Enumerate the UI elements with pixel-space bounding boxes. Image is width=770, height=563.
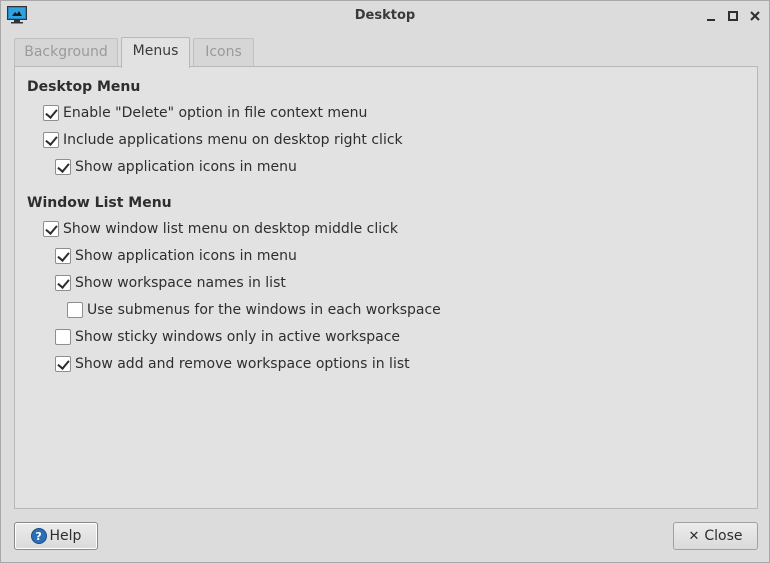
option-label: Include applications menu on desktop rig… <box>63 132 403 148</box>
desktop-settings-window: Desktop Background Menus Icons Desktop M… <box>0 0 770 563</box>
option-label: Show sticky windows only in active works… <box>75 329 401 345</box>
close-button-label: Close <box>704 528 743 544</box>
option-show-workspace-names[interactable]: Show workspace names in list <box>55 274 286 292</box>
help-button-label: Help <box>49 528 82 544</box>
option-use-submenus[interactable]: Use submenus for the windows in each wor… <box>67 301 441 319</box>
tab-background[interactable]: Background <box>14 38 118 67</box>
checkbox[interactable] <box>67 302 83 318</box>
maximize-icon[interactable] <box>726 9 740 23</box>
checkbox[interactable] <box>55 329 71 345</box>
option-label: Show window list menu on desktop middle … <box>63 221 398 237</box>
option-label: Show application icons in menu <box>75 248 297 264</box>
menus-panel: Desktop Menu Enable "Delete" option in f… <box>14 66 758 509</box>
minimize-icon[interactable] <box>704 9 718 23</box>
window-title: Desktop <box>354 8 416 23</box>
checkbox[interactable] <box>55 275 71 291</box>
title-bar[interactable]: Desktop <box>1 1 769 32</box>
option-show-app-icons-window-list[interactable]: Show application icons in menu <box>55 247 297 265</box>
checkbox[interactable] <box>43 105 59 121</box>
close-button[interactable]: ✕ Close <box>673 522 758 550</box>
option-show-window-list[interactable]: Show window list menu on desktop middle … <box>43 220 398 238</box>
option-add-remove-workspace[interactable]: Show add and remove workspace options in… <box>55 355 410 373</box>
checkbox[interactable] <box>55 248 71 264</box>
desktop-menu-heading: Desktop Menu <box>27 79 141 95</box>
close-icon: ✕ <box>688 528 700 544</box>
option-label: Enable "Delete" option in file context m… <box>63 105 368 121</box>
checkbox[interactable] <box>43 132 59 148</box>
close-window-icon[interactable] <box>748 9 762 23</box>
help-button[interactable]: ? Help <box>14 522 98 550</box>
checkbox[interactable] <box>43 221 59 237</box>
tab-icons[interactable]: Icons <box>193 38 254 67</box>
checkbox[interactable] <box>55 356 71 372</box>
option-show-app-icons-desktop[interactable]: Show application icons in menu <box>55 158 297 176</box>
checkbox[interactable] <box>55 159 71 175</box>
option-label: Show application icons in menu <box>75 159 297 175</box>
window-list-menu-heading: Window List Menu <box>27 195 172 211</box>
option-enable-delete[interactable]: Enable "Delete" option in file context m… <box>43 104 367 122</box>
help-icon: ? <box>30 528 47 544</box>
option-label: Use submenus for the windows in each wor… <box>87 302 441 318</box>
option-label: Show add and remove workspace options in… <box>75 356 410 372</box>
option-include-apps-menu[interactable]: Include applications menu on desktop rig… <box>43 131 403 149</box>
option-sticky-windows-only[interactable]: Show sticky windows only in active works… <box>55 328 400 346</box>
option-label: Show workspace names in list <box>75 275 286 291</box>
tab-menus[interactable]: Menus <box>121 37 190 68</box>
